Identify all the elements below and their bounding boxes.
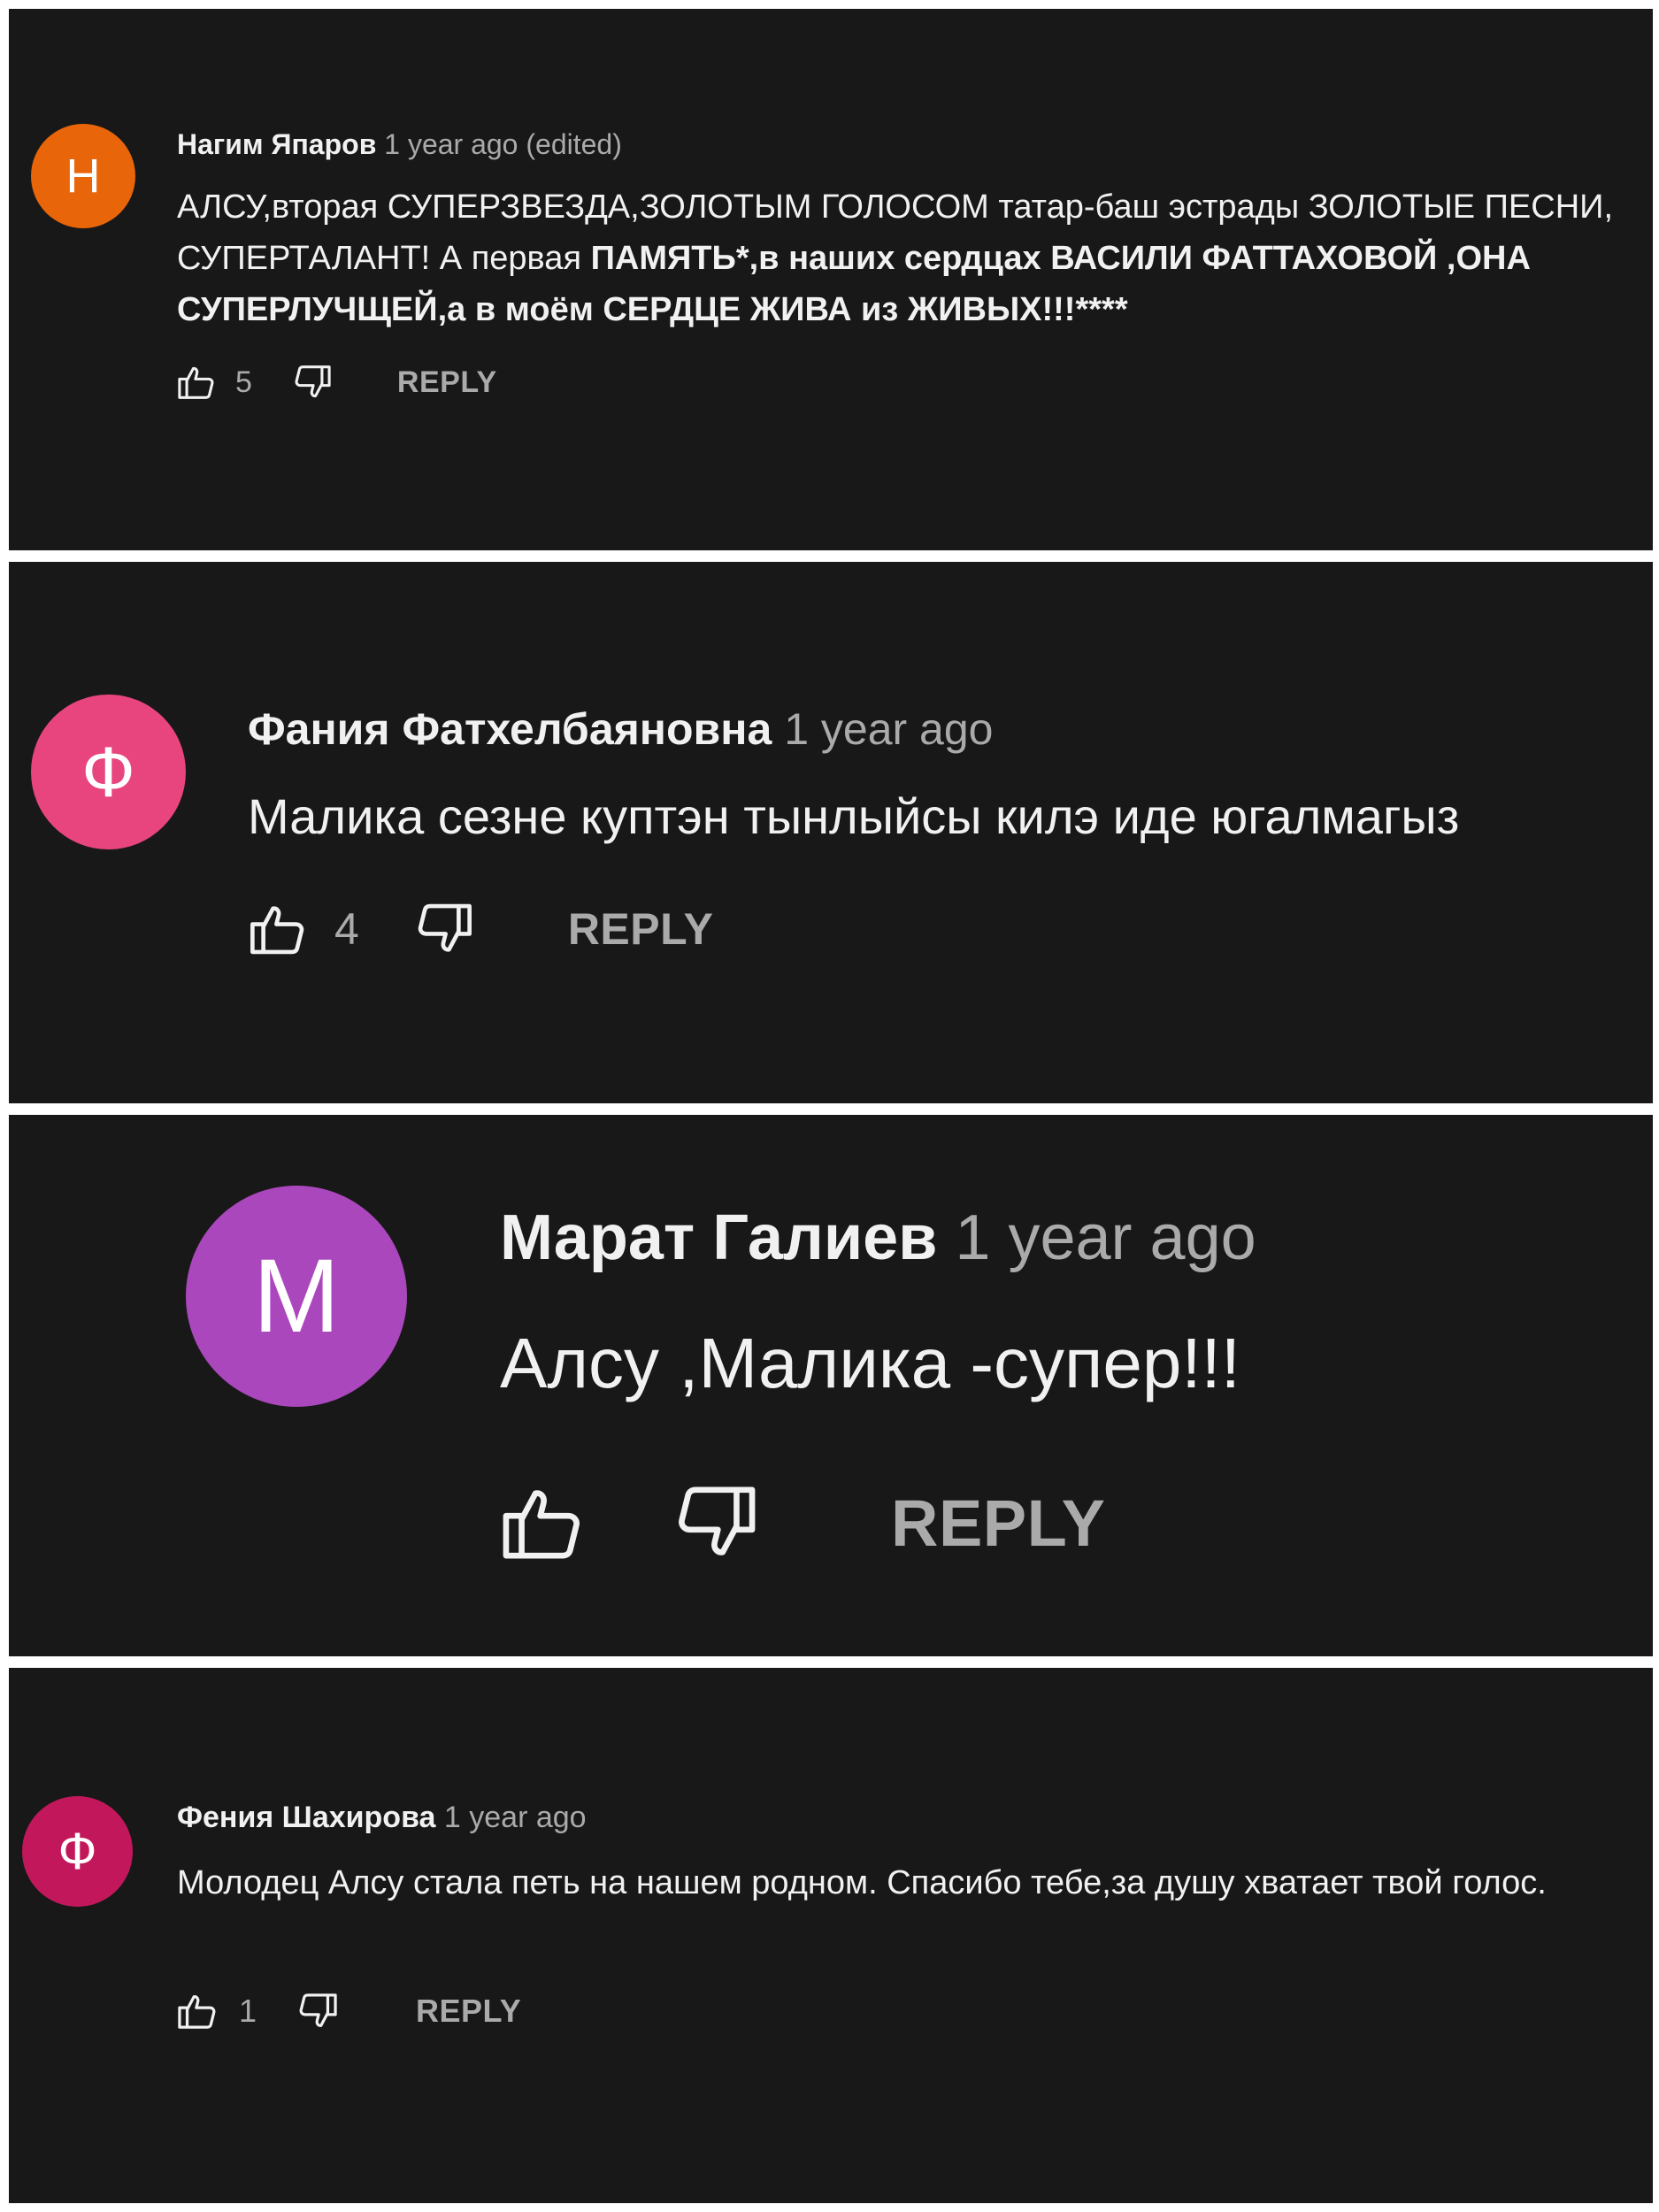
comment-header: Фания Фатхелбаяновна 1 year ago: [248, 703, 993, 755]
thumbs-up-icon: [178, 1995, 216, 2029]
comment-header: Нагим Япаров 1 year ago (edited): [177, 128, 622, 161]
comment-card: M Марат Галиев 1 year ago Алсу ,Малика -…: [9, 1115, 1653, 1656]
comment-author[interactable]: Фания Фатхелбаяновна: [248, 704, 772, 754]
like-button[interactable]: [500, 1485, 585, 1561]
reply-button[interactable]: REPLY: [568, 903, 714, 955]
reply-button[interactable]: REPLY: [397, 365, 497, 400]
like-button[interactable]: [177, 1993, 218, 2030]
comment-actions: 4 REPLY: [248, 902, 713, 956]
thumbs-down-icon: [418, 903, 472, 952]
thumbs-up-icon: [250, 906, 304, 955]
like-button[interactable]: [248, 902, 308, 956]
comment-card: Ф Фания Фатхелбаяновна 1 year ago Малика…: [9, 562, 1653, 1103]
comment-header: Фения Шахирова 1 year ago: [177, 1801, 587, 1835]
dislike-button[interactable]: [293, 365, 332, 400]
comment-text: Малика сезне куптэн тынлыйсы килэ иде юг…: [248, 788, 1460, 844]
comment-card: Ф Фения Шахирова 1 year ago Молодец Алсу…: [9, 1668, 1653, 2203]
thumbs-down-icon: [295, 365, 331, 398]
avatar[interactable]: Ф: [31, 695, 186, 849]
like-count: 5: [235, 365, 252, 399]
comment-author[interactable]: Марат Галиев: [500, 1202, 937, 1273]
avatar[interactable]: Ф: [22, 1796, 133, 1907]
reply-button[interactable]: REPLY: [891, 1486, 1105, 1561]
avatar[interactable]: M: [186, 1186, 407, 1407]
comment-actions: REPLY: [500, 1485, 1105, 1561]
like-button[interactable]: [177, 365, 216, 400]
comment-text: Молодец Алсу стала петь на нашем родном.…: [177, 1864, 1547, 1901]
comment-time[interactable]: 1 year ago: [444, 1801, 587, 1834]
like-count: 1: [239, 1993, 257, 2029]
comment-time[interactable]: 1 year ago (edited): [384, 128, 622, 160]
thumbs-down-icon: [299, 1993, 337, 2027]
comment-actions: 1 REPLY: [177, 1993, 521, 2030]
like-count: 4: [334, 904, 359, 954]
dislike-button[interactable]: [414, 902, 474, 956]
comment-time[interactable]: 1 year ago: [955, 1202, 1256, 1273]
dislike-button[interactable]: [673, 1485, 758, 1561]
comment-text: АЛСУ,вторая СУПЕРЗВЕЗДА,ЗОЛОТЫМ ГОЛОСОМ …: [177, 181, 1637, 335]
comment-author[interactable]: Фения Шахирова: [177, 1801, 435, 1834]
comment-author[interactable]: Нагим Япаров: [177, 128, 376, 160]
dislike-button[interactable]: [297, 1993, 338, 2030]
reply-button[interactable]: REPLY: [416, 1993, 521, 2030]
comment-card: Н Нагим Япаров 1 year ago (edited) АЛСУ,…: [9, 9, 1653, 550]
thumbs-down-icon: [679, 1486, 756, 1555]
thumbs-up-icon: [503, 1490, 580, 1559]
comment-text: Алсу ,Малика -супер!!!: [500, 1324, 1240, 1402]
comment-actions: 5 REPLY: [177, 365, 497, 400]
avatar[interactable]: Н: [31, 124, 135, 228]
comment-time[interactable]: 1 year ago: [784, 704, 993, 754]
thumbs-up-icon: [178, 366, 214, 399]
comment-header: Марат Галиев 1 year ago: [500, 1202, 1256, 1274]
